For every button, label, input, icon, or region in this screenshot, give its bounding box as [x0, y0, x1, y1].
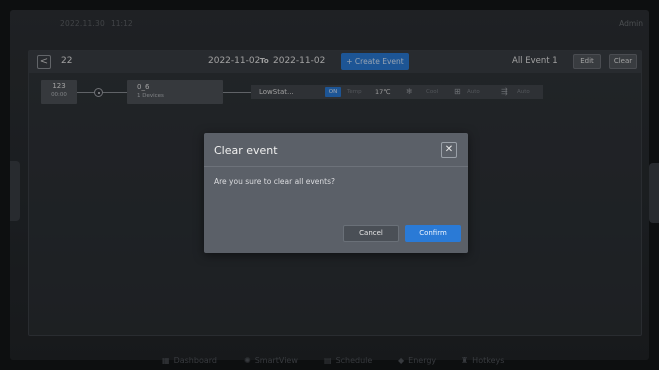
- dialog-message: Are you sure to clear all events?: [214, 177, 335, 186]
- confirm-button[interactable]: Confirm: [405, 225, 461, 242]
- dialog-close-button[interactable]: ✕: [441, 142, 457, 158]
- dialog-title: Clear event: [214, 144, 278, 157]
- close-icon: ✕: [444, 144, 454, 155]
- cancel-button[interactable]: Cancel: [343, 225, 399, 242]
- clear-event-dialog: Clear event ✕ Are you sure to clear all …: [204, 133, 468, 253]
- dialog-divider: [204, 166, 468, 167]
